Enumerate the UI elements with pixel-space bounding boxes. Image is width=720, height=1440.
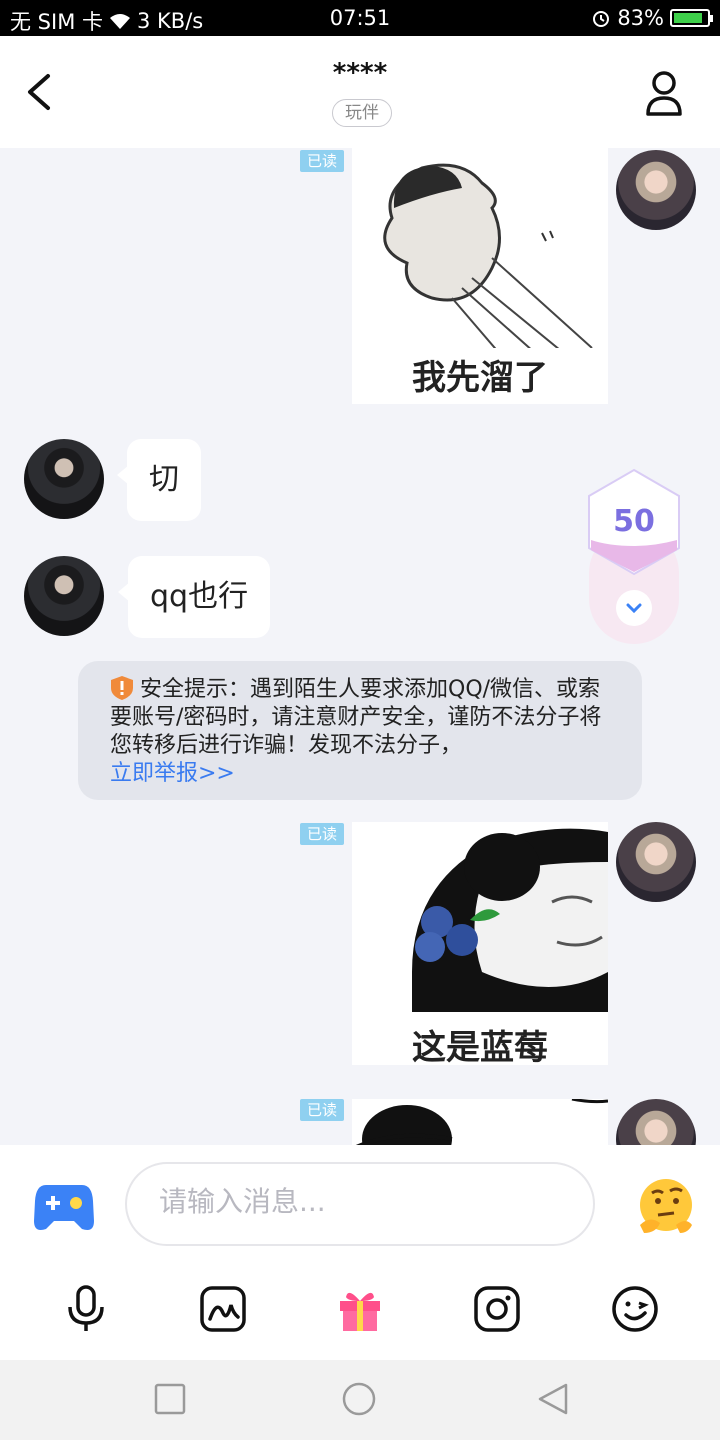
chat-header: **** 玩伴 bbox=[0, 36, 720, 148]
profile-icon[interactable] bbox=[644, 70, 684, 116]
gift-icon[interactable] bbox=[334, 1283, 386, 1335]
message-list[interactable]: 已读 我先溜了 切 qq也行 安全提示：遇到陌生人要求添加QQ/微信、或索要账号… bbox=[0, 148, 720, 1145]
sticker-message[interactable]: 我先溜了 bbox=[352, 148, 608, 404]
counter-shape bbox=[588, 468, 680, 644]
text-message[interactable]: qq也行 bbox=[117, 556, 271, 638]
back-triangle-icon[interactable] bbox=[536, 1382, 570, 1416]
sticker-panda-image bbox=[355, 1099, 608, 1145]
sticker-caption: 这是蓝莓 bbox=[412, 1028, 548, 1065]
status-right: 83% bbox=[591, 6, 713, 30]
contact-avatar[interactable] bbox=[24, 556, 104, 636]
wink-emoji-icon[interactable] bbox=[609, 1283, 661, 1335]
notice-text: 安全提示：遇到陌生人要求添加QQ/微信、或索要账号/密码时，请注意财产安全，谨防… bbox=[110, 677, 602, 758]
recents-square-icon[interactable] bbox=[153, 1382, 187, 1416]
security-notice: 安全提示：遇到陌生人要求添加QQ/微信、或索要账号/密码时，请注意财产安全，谨防… bbox=[78, 661, 642, 800]
floating-unread-counter[interactable]: 50 bbox=[585, 468, 683, 648]
status-bar: 无 SIM 卡 3 KB/s 07:51 83% bbox=[0, 0, 720, 36]
game-controller-icon[interactable] bbox=[34, 1181, 94, 1233]
report-link[interactable]: 立即举报>> bbox=[110, 761, 235, 786]
message-input-container[interactable] bbox=[125, 1162, 595, 1246]
read-receipt: 已读 bbox=[300, 1099, 344, 1121]
my-avatar[interactable] bbox=[616, 822, 696, 902]
text-message[interactable]: 切 bbox=[117, 439, 201, 521]
counter-value: 50 bbox=[613, 504, 655, 539]
shield-warning-icon bbox=[111, 676, 133, 700]
sticker-panda-image bbox=[412, 828, 608, 1012]
sticker-message[interactable] bbox=[352, 1099, 608, 1145]
instagram-camera-icon[interactable] bbox=[471, 1283, 523, 1335]
sticker-caption: 我先溜了 bbox=[412, 358, 548, 398]
thinking-emoji-icon[interactable] bbox=[636, 1175, 694, 1235]
read-receipt: 已读 bbox=[300, 823, 344, 845]
relationship-tag: 玩伴 bbox=[332, 99, 392, 127]
input-bar bbox=[0, 1145, 720, 1360]
chat-title: **** bbox=[332, 58, 388, 88]
home-circle-icon[interactable] bbox=[342, 1382, 376, 1416]
message-input[interactable] bbox=[157, 1184, 561, 1219]
my-avatar[interactable] bbox=[616, 1099, 696, 1145]
battery-icon bbox=[670, 9, 713, 27]
sketch-icon[interactable] bbox=[197, 1283, 249, 1335]
my-avatar[interactable] bbox=[616, 150, 696, 230]
read-receipt: 已读 bbox=[300, 150, 344, 172]
battery-percent: 83% bbox=[617, 6, 664, 30]
contact-avatar[interactable] bbox=[24, 439, 104, 519]
microphone-icon[interactable] bbox=[60, 1283, 112, 1335]
alarm-icon bbox=[593, 11, 610, 27]
system-nav-bar bbox=[0, 1360, 720, 1440]
sticker-ghost-image bbox=[383, 163, 593, 369]
sticker-message[interactable]: 这是蓝莓 bbox=[352, 822, 608, 1065]
